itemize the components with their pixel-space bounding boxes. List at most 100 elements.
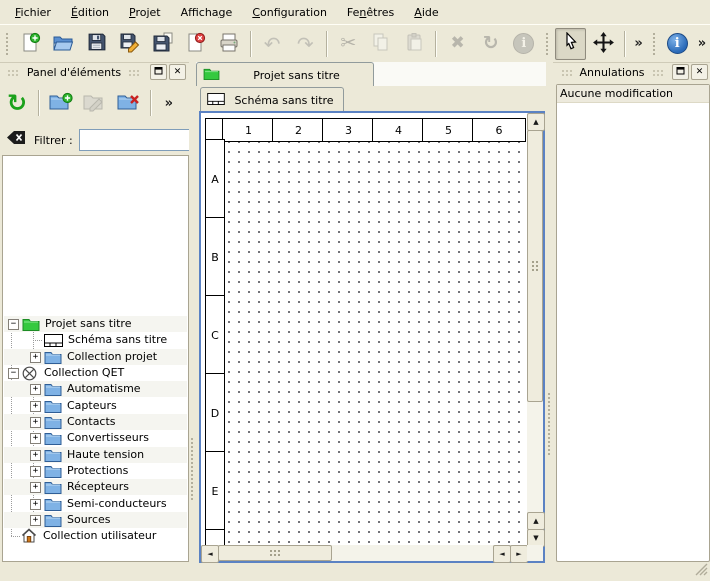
- tree-item-capteurs[interactable]: + Capteurs: [4, 398, 187, 414]
- element-info-button[interactable]: i: [508, 28, 539, 60]
- open-project-button[interactable]: [48, 28, 79, 60]
- folder-add-icon: [49, 92, 73, 115]
- rotate-button[interactable]: ↻: [475, 28, 506, 60]
- save-button[interactable]: [81, 28, 112, 60]
- diagram-column-header: 2: [272, 118, 325, 142]
- about-button[interactable]: i: [662, 28, 693, 60]
- expand-box[interactable]: +: [30, 433, 41, 444]
- horizontal-scrollbar-thumb[interactable]: [218, 545, 332, 561]
- help-toolbar-drag-handle[interactable]: [651, 31, 657, 57]
- vertical-scrollbar[interactable]: ▲ ▲ ▼: [527, 113, 543, 545]
- menu-fichier[interactable]: Fichier: [5, 2, 61, 23]
- menu-fenetres[interactable]: Fenêtres: [337, 2, 404, 23]
- clear-filter-button[interactable]: [4, 130, 28, 148]
- save-all-button[interactable]: [147, 28, 178, 60]
- close-file-button[interactable]: [180, 28, 211, 60]
- edit-category-button[interactable]: [79, 87, 111, 119]
- tree-item-projet-sans-titre[interactable]: − Projet sans titre: [4, 316, 187, 332]
- menu-edition[interactable]: Édition: [61, 2, 119, 23]
- application-window: Fichier Édition Projet Affichage Configu…: [0, 0, 710, 581]
- undo-history-list[interactable]: Aucune modification: [556, 84, 710, 562]
- menu-affichage[interactable]: Affichage: [171, 2, 243, 23]
- tab-projet-sans-titre[interactable]: Projet sans titre: [196, 62, 374, 87]
- tree-item-collection-projet[interactable]: + Collection projet: [4, 349, 187, 365]
- arrow-up-icon: ▲: [533, 119, 538, 126]
- tree-item-recepteurs[interactable]: + Récepteurs: [4, 479, 187, 495]
- horizontal-scrollbar[interactable]: ◄ ◄ ►: [201, 545, 527, 561]
- collapse-box[interactable]: −: [8, 368, 19, 379]
- scroll-right-button[interactable]: ►: [510, 545, 528, 563]
- new-category-button[interactable]: [45, 87, 77, 119]
- toolbar-overflow-chevron[interactable]: »: [694, 36, 710, 51]
- dock-float-button[interactable]: [672, 64, 689, 80]
- undo-list-item[interactable]: Aucune modification: [557, 85, 709, 103]
- expand-box[interactable]: +: [30, 499, 41, 510]
- new-document-button[interactable]: [15, 28, 46, 60]
- undo-button[interactable]: ↶: [257, 28, 288, 60]
- tree-item-convertisseurs[interactable]: + Convertisseurs: [4, 430, 187, 446]
- paste-icon: [405, 32, 425, 55]
- elements-tree[interactable]: − Projet sans titre Schéma sans titre + …: [2, 155, 189, 562]
- expand-box[interactable]: +: [30, 401, 41, 412]
- tree-item-sources[interactable]: + Sources: [4, 512, 187, 528]
- tree-item-protections[interactable]: + Protections: [4, 463, 187, 479]
- tree-item-automatisme[interactable]: + Automatisme: [4, 381, 187, 397]
- close-document-icon: [185, 32, 206, 56]
- arrow-left-icon: ◄: [207, 551, 212, 558]
- delete-button[interactable]: ✖: [442, 28, 473, 60]
- expand-box[interactable]: +: [30, 466, 41, 477]
- expand-box[interactable]: +: [30, 515, 41, 526]
- print-button[interactable]: [213, 28, 244, 60]
- resize-grip-icon[interactable]: [695, 563, 708, 579]
- toolbar-separator: [326, 31, 328, 57]
- save-as-button[interactable]: [114, 28, 145, 60]
- dock-float-button[interactable]: [150, 64, 167, 80]
- move-arrows-icon: [592, 31, 615, 57]
- scroll-up-button[interactable]: ▲: [527, 113, 545, 131]
- menu-projet[interactable]: Projet: [119, 2, 171, 23]
- tree-item-haute-tension[interactable]: + Haute tension: [4, 447, 187, 463]
- filter-input[interactable]: [79, 129, 191, 151]
- dock-close-button[interactable]: ✕: [169, 64, 186, 80]
- expand-box[interactable]: +: [30, 482, 41, 493]
- scroll-left-button[interactable]: ◄: [201, 545, 219, 563]
- tree-item-contacts[interactable]: + Contacts: [4, 414, 187, 430]
- scissors-icon: ✂: [340, 34, 356, 53]
- expand-box[interactable]: +: [30, 384, 41, 395]
- expand-box[interactable]: +: [30, 352, 41, 363]
- expand-box[interactable]: +: [30, 417, 41, 428]
- expand-box[interactable]: +: [30, 450, 41, 461]
- copy-button[interactable]: [366, 28, 397, 60]
- delete-category-button[interactable]: [113, 87, 145, 119]
- tools-toolbar-drag-handle[interactable]: [544, 31, 550, 57]
- scroll-up-button-2[interactable]: ▲: [527, 512, 545, 530]
- toolbar-drag-handle[interactable]: [4, 31, 10, 57]
- menu-configuration[interactable]: Configuration: [242, 2, 337, 23]
- diagram-canvas[interactable]: 1 2 3 4 5 6 A B C D E: [201, 113, 527, 545]
- vertical-scrollbar-thumb[interactable]: [527, 130, 543, 402]
- project-folder-icon: [203, 67, 220, 83]
- paste-button[interactable]: [399, 28, 430, 60]
- reload-collections-button[interactable]: ↻: [1, 87, 33, 119]
- pan-mode-button[interactable]: [588, 28, 619, 60]
- close-icon: ✕: [174, 68, 182, 77]
- collapse-box[interactable]: −: [8, 319, 19, 330]
- tree-item-schema-sans-titre[interactable]: Schéma sans titre: [4, 332, 187, 348]
- diagram-column-header: 1: [222, 118, 275, 142]
- splitter-handle: [547, 392, 552, 456]
- cut-button[interactable]: ✂: [333, 28, 364, 60]
- dock-close-button[interactable]: ✕: [691, 64, 708, 80]
- scroll-left-button-2[interactable]: ◄: [493, 545, 511, 563]
- selection-mode-button[interactable]: [555, 28, 586, 60]
- panel-toolbar-overflow-chevron[interactable]: »: [161, 96, 177, 111]
- menu-aide[interactable]: Aide: [404, 2, 448, 23]
- tree-item-collection-utilisateur[interactable]: Collection utilisateur: [4, 528, 187, 544]
- tree-item-semi-conducteurs[interactable]: + Semi-conducteurs: [4, 496, 187, 512]
- arrow-right-icon: ►: [516, 551, 521, 558]
- tree-item-collection-qet[interactable]: − Collection QET: [4, 365, 187, 381]
- toolbar-overflow-chevron[interactable]: »: [630, 36, 646, 51]
- redo-button[interactable]: ↷: [290, 28, 321, 60]
- left-splitter[interactable]: [189, 62, 196, 581]
- right-splitter[interactable]: [546, 62, 553, 581]
- tab-schema-sans-titre[interactable]: Schéma sans titre: [200, 87, 344, 112]
